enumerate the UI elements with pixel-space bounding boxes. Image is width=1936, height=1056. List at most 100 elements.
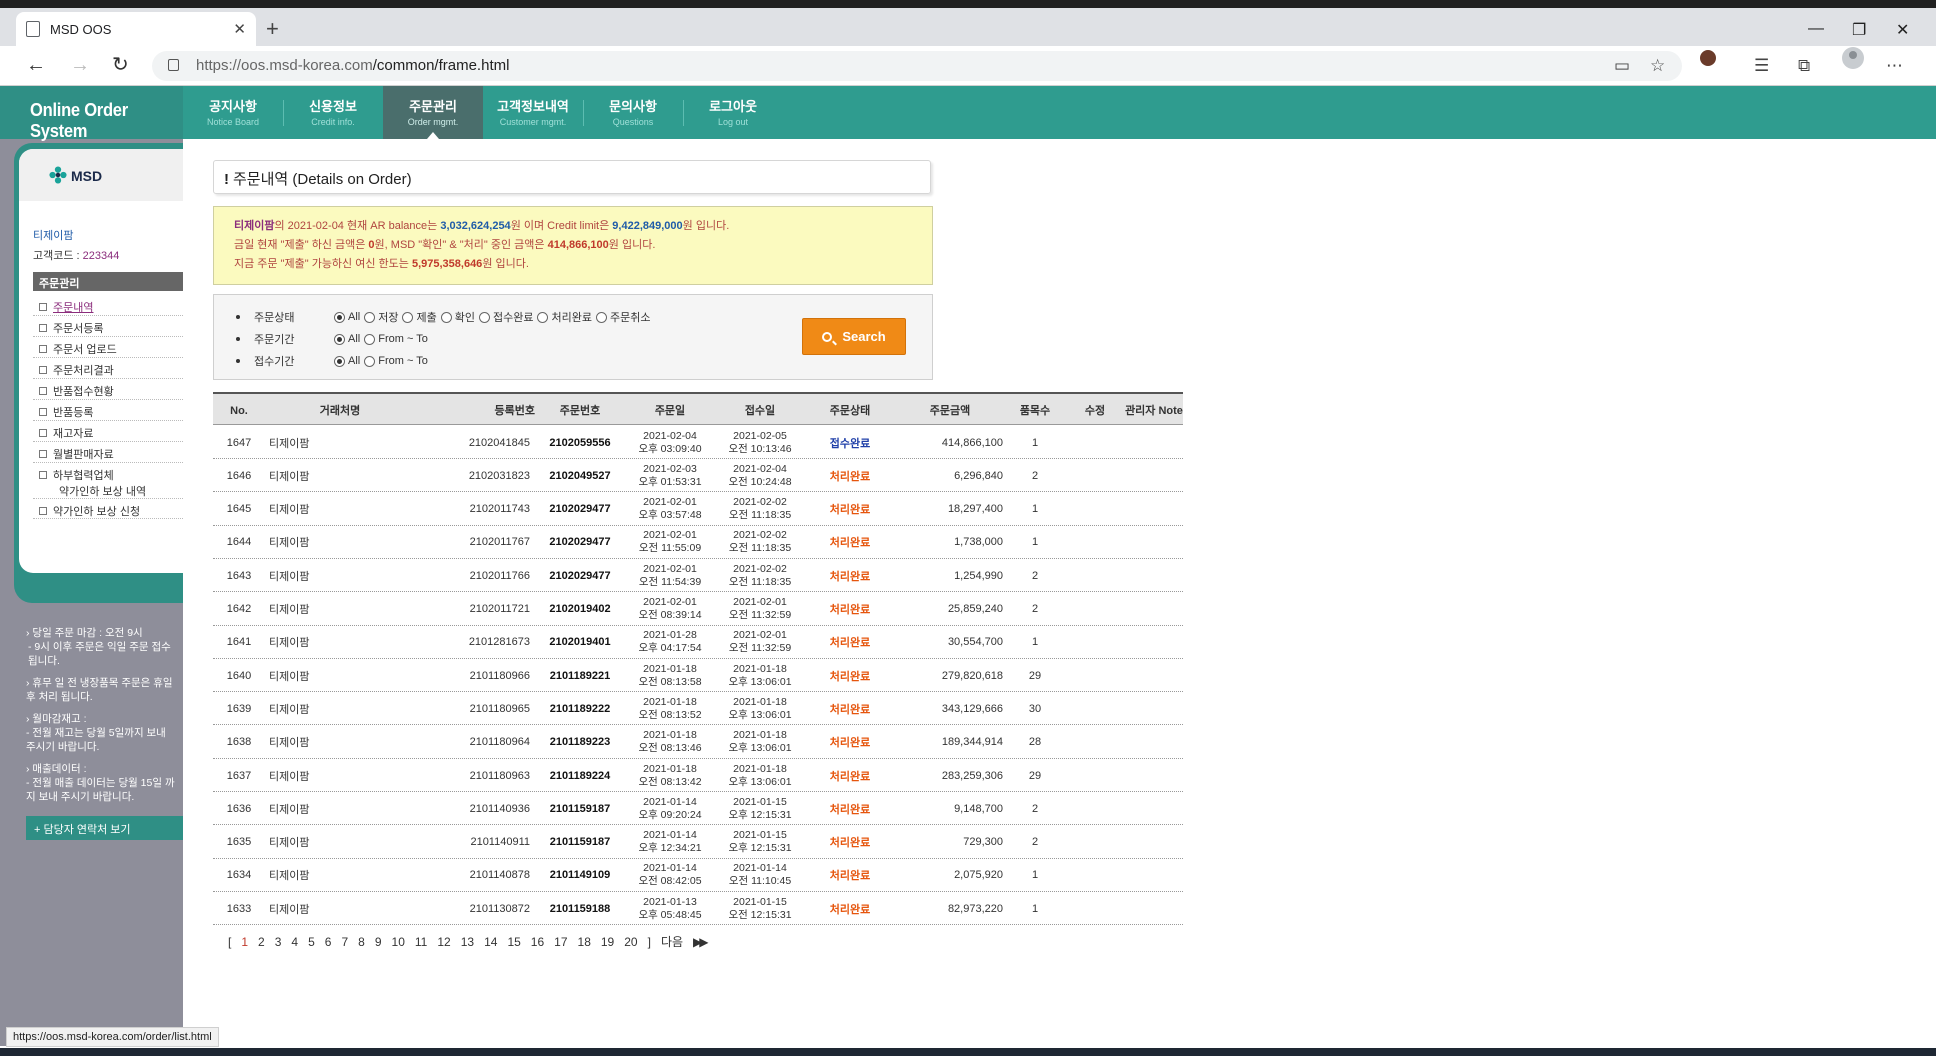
forward-icon[interactable]: →	[70, 54, 90, 76]
cell-order-no[interactable]: 2101159187	[535, 792, 625, 825]
page-link[interactable]: 1	[241, 935, 248, 949]
extension-icon[interactable]	[1700, 50, 1716, 66]
cell-order-no[interactable]: 2101149109	[535, 859, 625, 892]
radio-status-processed[interactable]: 처리완료	[537, 309, 592, 325]
page-link[interactable]: 10	[392, 935, 405, 949]
page-link[interactable]: 13	[461, 935, 474, 949]
table-row[interactable]: 1642 티제이팜 2102011721 2102019402 2021-02-01 오전…	[213, 593, 1183, 626]
page-link[interactable]: 5	[308, 935, 315, 949]
close-window-icon[interactable]: ✕	[1896, 20, 1909, 40]
cell-order-no[interactable]: 2102059556	[535, 426, 625, 459]
refresh-icon[interactable]: ↻	[112, 54, 129, 76]
page-link[interactable]: 19	[601, 935, 614, 949]
restore-icon[interactable]: ❐	[1852, 20, 1866, 40]
page-link[interactable]: 7	[341, 935, 348, 949]
radio-period-all[interactable]: All	[334, 333, 360, 345]
sidebar-item-order-list[interactable]: 주문내역	[33, 295, 183, 316]
table-row[interactable]: 1647 티제이팜 2102041845 2102059556 2021-02-04 오후…	[213, 426, 1183, 459]
cell-order-no[interactable]: 2102019401	[535, 626, 625, 659]
table-row[interactable]: 1636 티제이팜 2101140936 2101159187 2021-01-14 오후…	[213, 792, 1183, 826]
cell-order-no[interactable]: 2101159188	[535, 892, 625, 925]
favorites-icon[interactable]: ☰	[1754, 56, 1769, 76]
close-tab-icon[interactable]: ✕	[233, 20, 246, 38]
sidebar-item-inventory[interactable]: 재고자료	[33, 421, 183, 442]
page-link[interactable]: 8	[358, 935, 365, 949]
tab-credit[interactable]: 신용정보 Credit info.	[283, 86, 383, 139]
collections-icon[interactable]: ⧉	[1798, 56, 1810, 76]
cell-order-no[interactable]: 2102029477	[535, 493, 625, 526]
page-link[interactable]: 20	[624, 935, 637, 949]
cell-order-no[interactable]: 2101189224	[535, 759, 625, 792]
cell-order-no[interactable]: 2102029477	[535, 526, 625, 559]
sidebar-item-order-register[interactable]: 주문서등록	[33, 316, 183, 337]
cell-order-no[interactable]: 2102049527	[535, 459, 625, 492]
page-link[interactable]: 18	[578, 935, 591, 949]
sidebar-item-partners[interactable]: 하부협력업체	[33, 463, 183, 484]
cell-order-no[interactable]: 2101189222	[535, 692, 625, 725]
radio-receipt-all[interactable]: All	[334, 355, 360, 367]
radio-status-all[interactable]: All	[334, 311, 360, 323]
cell-order-no[interactable]: 2101189221	[535, 659, 625, 692]
table-row[interactable]: 1646 티제이팜 2102031823 2102049527 2021-02-03 오후…	[213, 459, 1183, 493]
contact-button[interactable]: + 담당자 연락처 보기	[26, 816, 183, 840]
sidebar-item-return-register[interactable]: 반품등록	[33, 400, 183, 421]
page-link[interactable]: 16	[531, 935, 544, 949]
table-row[interactable]: 1637 티제이팜 2101180963 2101189224 2021-01-18 오전…	[213, 759, 1183, 792]
page-link[interactable]: 6	[325, 935, 332, 949]
table-row[interactable]: 1634 티제이팜 2101140878 2101149109 2021-01-14 오전…	[213, 859, 1183, 892]
tab-questions[interactable]: 문의사항 Questions	[583, 86, 683, 139]
page-link[interactable]: 14	[484, 935, 497, 949]
browser-tab[interactable]: MSD OOS ✕	[16, 12, 256, 46]
page-link[interactable]: 4	[291, 935, 298, 949]
next-page-link[interactable]: 다음	[661, 933, 683, 950]
tab-customer[interactable]: 고객정보내역 Customer mgmt.	[483, 86, 583, 139]
page-link[interactable]: 9	[375, 935, 382, 949]
page-link[interactable]: 2	[258, 935, 265, 949]
page-link[interactable]: 12	[437, 935, 450, 949]
page-link[interactable]: 15	[507, 935, 520, 949]
table-row[interactable]: 1639 티제이팜 2101180965 2101189222 2021-01-18 오전…	[213, 692, 1183, 726]
search-button[interactable]: Search	[802, 318, 906, 355]
cell-order-no[interactable]: 2102019402	[535, 593, 625, 626]
sidebar-item-monthly-sales[interactable]: 월별판매자료	[33, 442, 183, 463]
favorite-add-icon[interactable]: ☆	[1650, 56, 1665, 76]
table-row[interactable]: 1641 티제이팜 2101281673 2102019401 2021-01-28 오후…	[213, 626, 1183, 659]
page-link[interactable]: 3	[275, 935, 282, 949]
radio-status-confirmed[interactable]: 확인	[440, 309, 475, 325]
radio-period-range[interactable]: From ~ To	[364, 333, 428, 345]
radio-receipt-range[interactable]: From ~ To	[364, 355, 428, 367]
new-tab-icon[interactable]: +	[266, 18, 279, 40]
table-row[interactable]: 1645 티제이팜 2102011743 2102029477 2021-02-01 오후…	[213, 493, 1183, 526]
site-info-icon[interactable]: ▭	[1614, 56, 1630, 76]
table-row[interactable]: 1633 티제이팜 2101130872 2101159188 2021-01-13 오후…	[213, 892, 1183, 926]
cell-order-no[interactable]: 2101159187	[535, 826, 625, 859]
tab-notice[interactable]: 공지사항 Notice Board	[183, 86, 283, 139]
sidebar-subitem-price-cut-history[interactable]: 약가인하 보상 내역	[59, 483, 146, 499]
sidebar-item-order-upload[interactable]: 주문서 업로드	[33, 337, 183, 358]
table-row[interactable]: 1640 티제이팜 2101180966 2101189221 2021-01-18 오전…	[213, 659, 1183, 693]
page-link[interactable]: 11	[415, 935, 427, 949]
sidebar-item-price-cut-request[interactable]: 약가인하 보상 신청	[33, 498, 183, 519]
back-icon[interactable]: ←	[26, 54, 46, 76]
table-row[interactable]: 1644 티제이팜 2102011767 2102029477 2021-02-01 오전…	[213, 526, 1183, 559]
radio-status-saved[interactable]: 저장	[364, 309, 398, 325]
radio-status-received[interactable]: 접수완료	[478, 309, 533, 325]
url-field[interactable]: https://oos.msd-korea.com/common/frame.h…	[152, 51, 1682, 81]
table-row[interactable]: 1635 티제이팜 2101140911 2101159187 2021-01-14 오후…	[213, 826, 1183, 859]
credit-info-box: 티제이팜의 2021-02-04 현재 AR balance는 3,032,62…	[213, 206, 933, 285]
cell-order-no[interactable]: 2102029477	[535, 559, 625, 592]
sidebar-item-return-status[interactable]: 반품접수현황	[33, 379, 183, 400]
last-page-icon[interactable]: ▶▶	[693, 935, 709, 949]
profile-icon[interactable]	[1842, 47, 1864, 69]
table-row[interactable]: 1638 티제이팜 2101180964 2101189223 2021-01-18 오전…	[213, 726, 1183, 759]
minimize-icon[interactable]: —	[1808, 20, 1824, 38]
radio-status-cancelled[interactable]: 주문취소	[595, 309, 650, 325]
more-menu-icon[interactable]: ⋯	[1886, 56, 1903, 76]
page-link[interactable]: 17	[554, 935, 567, 949]
radio-status-submitted[interactable]: 제출	[402, 309, 437, 325]
tab-logout[interactable]: 로그아웃 Log out	[683, 86, 783, 139]
cell-order-no[interactable]: 2101189223	[535, 726, 625, 759]
table-row[interactable]: 1643 티제이팜 2102011766 2102029477 2021-02-01 오전…	[213, 559, 1183, 593]
system-logo[interactable]: Online Order System	[30, 100, 171, 142]
sidebar-item-order-result[interactable]: 주문처리결과	[33, 358, 183, 379]
